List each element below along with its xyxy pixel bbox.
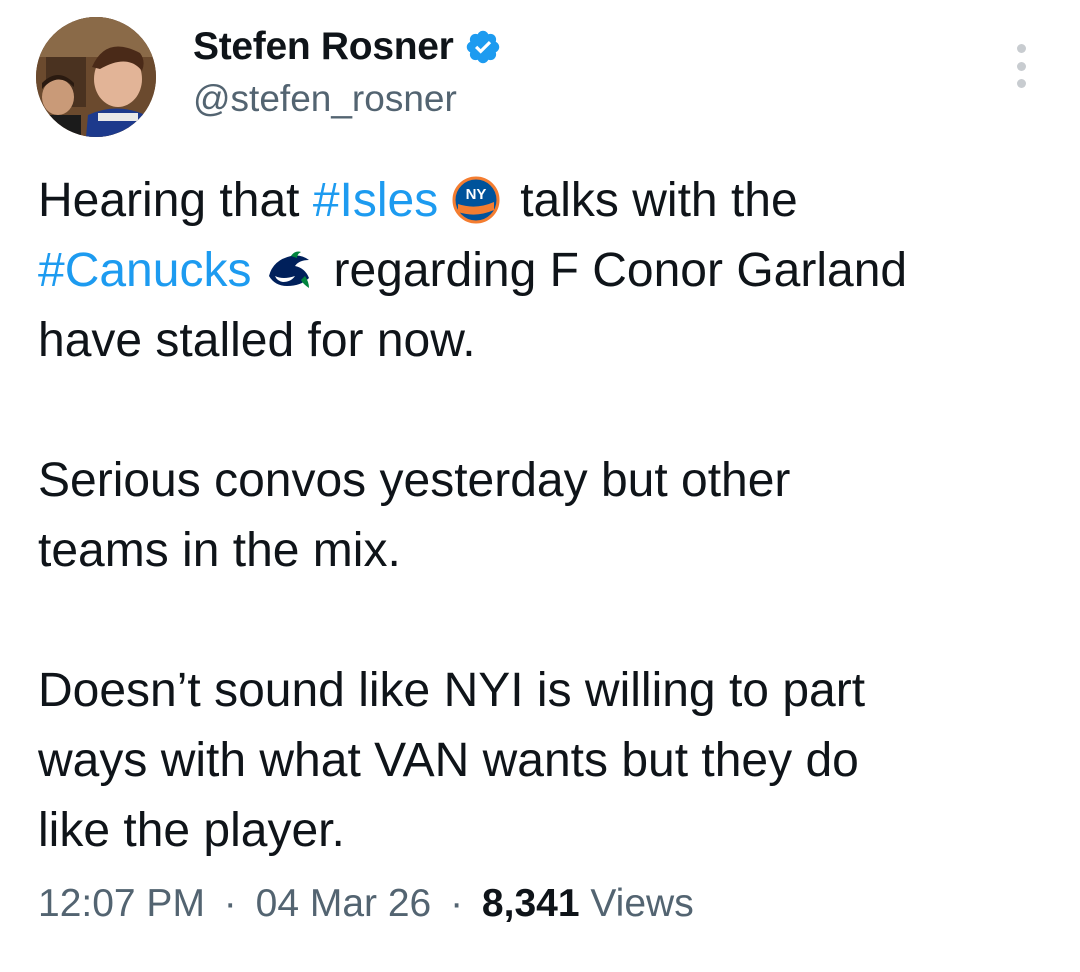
author-display-name[interactable]: Stefen Rosner <box>193 25 454 69</box>
tweet-text: Hearing that #Isles NY talks with the #C… <box>38 166 1048 866</box>
tweet-time[interactable]: 12:07 PM <box>38 882 205 925</box>
views-label: Views <box>590 882 694 925</box>
tweet-text-segment: Hearing that <box>38 174 313 227</box>
canucks-orca-logo-icon <box>265 244 313 292</box>
author-handle[interactable]: @stefen_rosner <box>193 78 457 120</box>
tweet-line: teams in the mix. <box>38 524 401 577</box>
tweet-line: Hearing that #Isles NY talks with the <box>38 166 1048 236</box>
meta-separator: · <box>223 882 237 925</box>
author-name-row: Stefen Rosner <box>193 22 502 72</box>
tweet-text-segment: regarding F Conor Garland <box>333 244 908 297</box>
tweet-text-segment: talks with the <box>520 174 798 227</box>
hashtag-isles-link[interactable]: #Isles <box>313 174 438 227</box>
tweet-line: have stalled for now. <box>38 314 476 367</box>
tweet-date[interactable]: 04 Mar 26 <box>256 882 432 925</box>
tweet-line: like the player. <box>38 804 345 857</box>
tweet-card: Stefen Rosner @stefen_rosner Hearing tha… <box>0 0 1080 972</box>
tweet-line: #Canucks regarding F Conor Garland <box>38 236 1048 306</box>
tweet-line: Serious convos yesterday but other <box>38 454 791 507</box>
profile-photo-icon <box>36 17 156 137</box>
svg-text:NY: NY <box>466 186 487 203</box>
views-count: 8,341 <box>481 882 580 925</box>
islanders-logo-icon: NY <box>452 174 500 224</box>
avatar[interactable] <box>36 17 156 137</box>
tweet-meta: 12:07 PM · 04 Mar 26 · 8,341 Views <box>38 882 694 926</box>
hashtag-canucks-link[interactable]: #Canucks <box>38 244 251 297</box>
more-options-icon[interactable] <box>1006 44 1036 88</box>
tweet-line: Doesn’t sound like NYI is willing to par… <box>38 664 866 717</box>
tweet-line: ways with what VAN wants but they do <box>38 734 859 787</box>
verified-badge-icon <box>464 28 502 66</box>
meta-separator: · <box>450 882 464 925</box>
